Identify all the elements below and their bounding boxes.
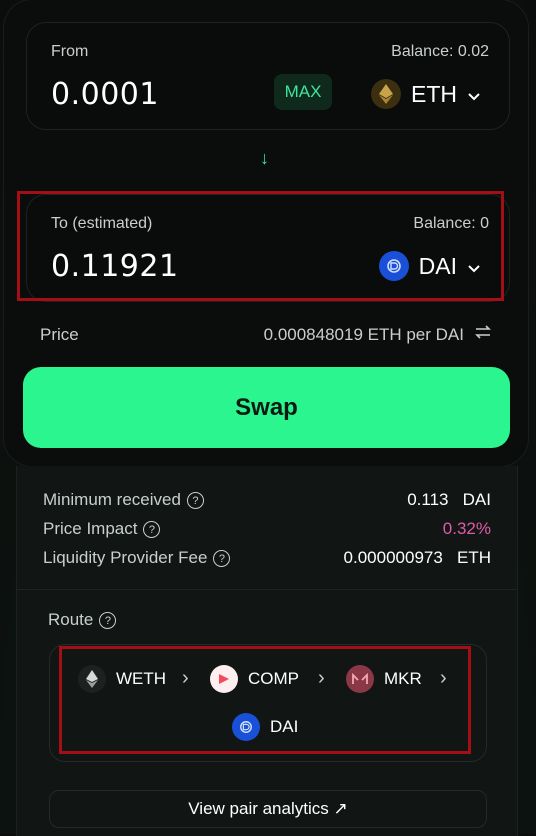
lp-fee-label: Liquidity Provider Fee bbox=[43, 548, 208, 567]
chevron-down-icon bbox=[467, 81, 481, 108]
from-token-selector[interactable]: ETH bbox=[371, 79, 481, 109]
route-highlight bbox=[59, 646, 471, 754]
swap-direction-icon[interactable] bbox=[474, 324, 492, 345]
swap-card: From Balance: 0.02 0.0001 ETH MAX ↓ To (… bbox=[4, 0, 528, 466]
from-balance: Balance: 0.02 bbox=[391, 43, 489, 60]
price-row: Price 0.000848019 ETH per DAI bbox=[40, 324, 492, 345]
eth-icon bbox=[371, 79, 401, 109]
from-token-symbol: ETH bbox=[411, 80, 457, 107]
help-icon[interactable]: ? bbox=[213, 550, 231, 568]
help-icon[interactable]: ? bbox=[143, 521, 161, 539]
min-received-label: Minimum received bbox=[43, 490, 181, 509]
from-label: From bbox=[51, 43, 89, 60]
details-divider bbox=[17, 589, 517, 590]
max-button[interactable]: MAX bbox=[274, 74, 332, 110]
price-impact-value: 0.32% bbox=[442, 519, 491, 538]
price-label: Price bbox=[40, 324, 79, 344]
lp-fee-unit: ETH bbox=[457, 548, 491, 567]
lp-fee-row: Liquidity Provider Fee? 0.000000973 ETH bbox=[43, 548, 491, 568]
min-received-row: Minimum received? 0.113 DAI bbox=[43, 490, 491, 510]
swap-button[interactable]: Swap bbox=[23, 367, 510, 448]
min-received-value: 0.113 bbox=[407, 490, 449, 509]
from-panel: From Balance: 0.02 0.0001 ETH bbox=[26, 22, 510, 130]
view-pair-analytics-button[interactable]: View pair analytics ↗ bbox=[49, 790, 487, 828]
to-panel-highlight bbox=[17, 191, 504, 301]
arrow-down-icon[interactable]: ↓ bbox=[260, 148, 269, 169]
price-impact-row: Price Impact? 0.32% bbox=[43, 519, 491, 539]
help-icon[interactable]: ? bbox=[99, 612, 117, 630]
route-label: Route bbox=[48, 610, 94, 629]
from-amount-input[interactable]: 0.0001 bbox=[51, 77, 159, 112]
price-impact-label: Price Impact bbox=[43, 519, 138, 538]
lp-fee-value: 0.000000973 bbox=[343, 548, 443, 567]
price-value: 0.000848019 ETH per DAI bbox=[263, 324, 464, 344]
route-label-row: Route? bbox=[48, 610, 117, 630]
help-icon[interactable]: ? bbox=[186, 492, 204, 510]
min-received-unit: DAI bbox=[462, 490, 491, 509]
trade-details: Minimum received? 0.113 DAI Price Impact… bbox=[16, 466, 518, 836]
